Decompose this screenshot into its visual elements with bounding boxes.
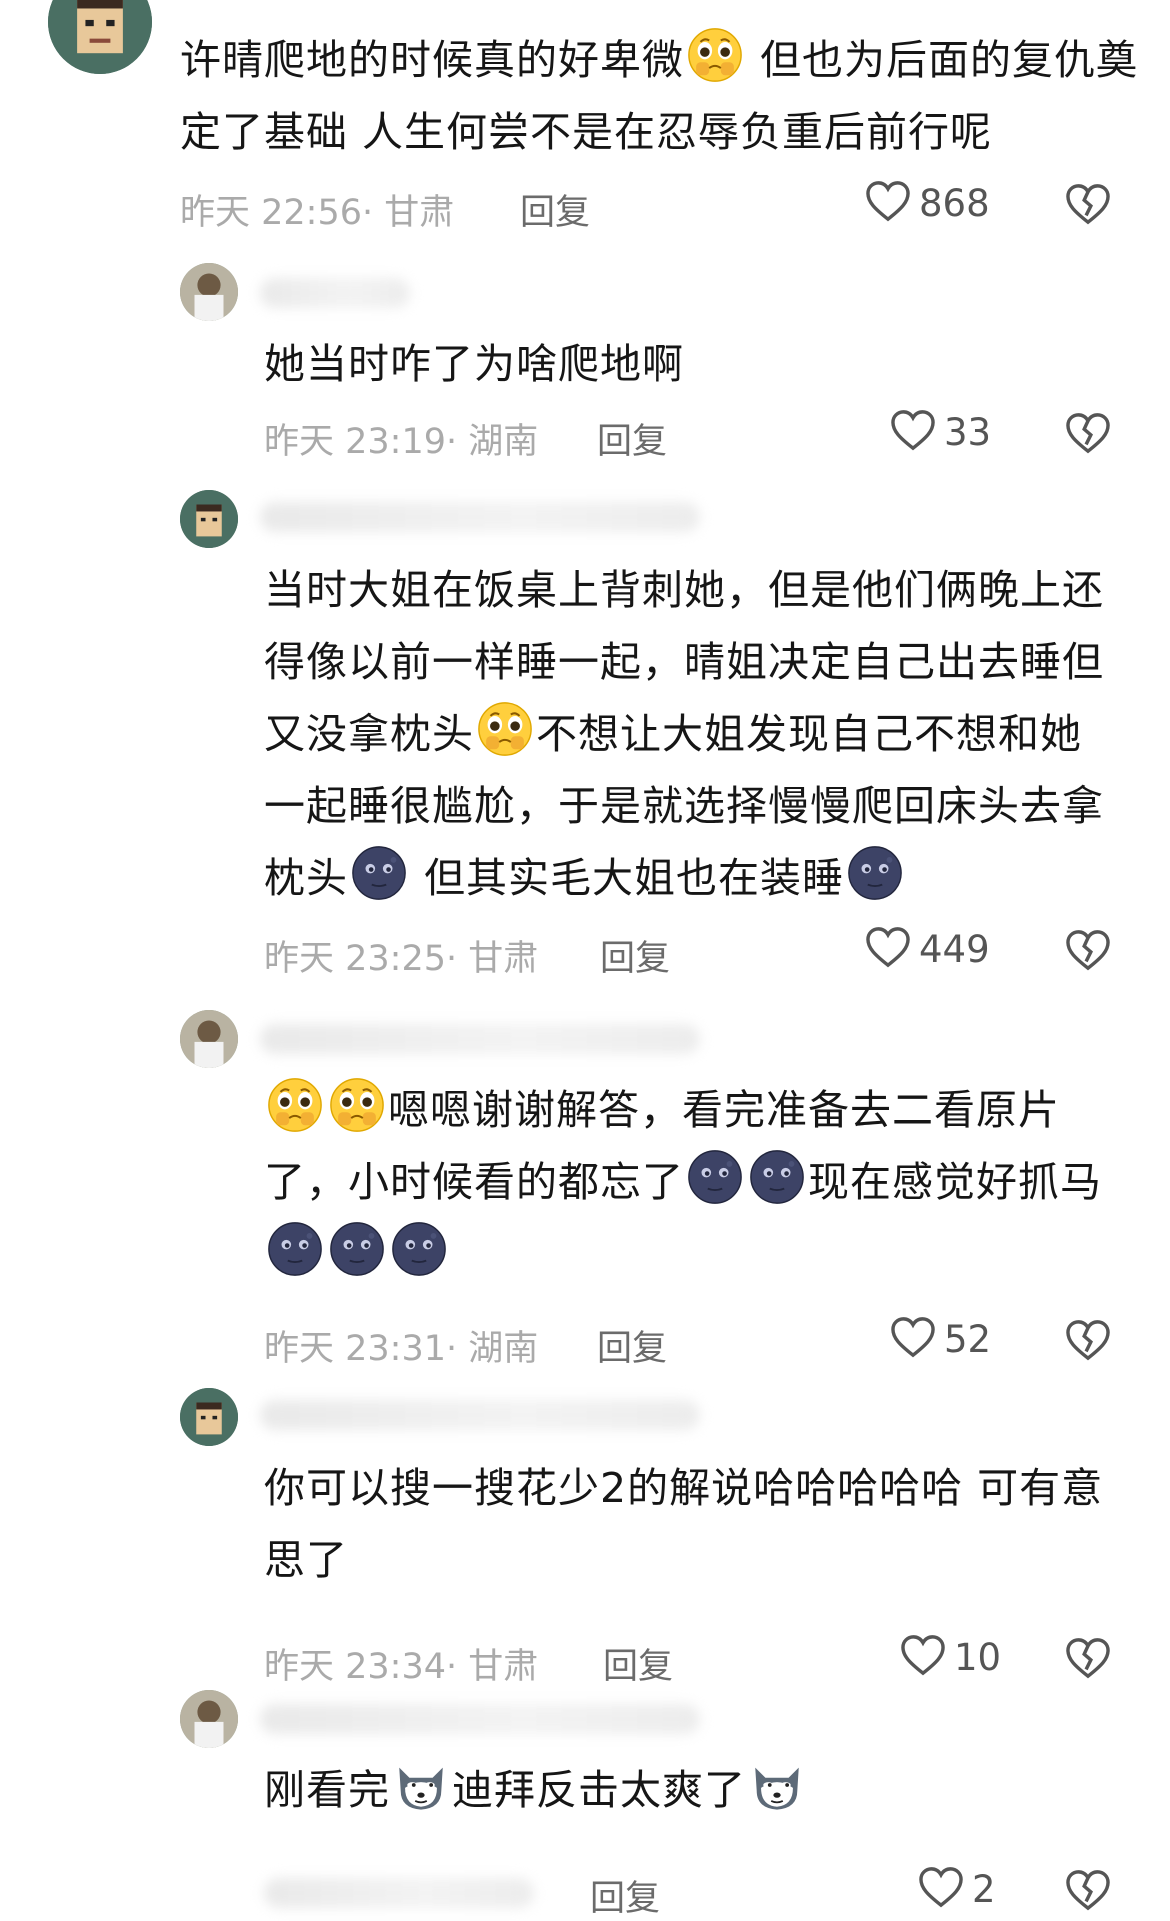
reply-button[interactable]: 回复: [590, 1870, 660, 1921]
like-button[interactable]: 2: [918, 1866, 996, 1912]
dislike-button[interactable]: [1065, 929, 1111, 971]
broken-heart-icon: [1066, 413, 1110, 454]
heart-outline-icon: [865, 180, 911, 226]
reply-button[interactable]: 回复: [520, 184, 590, 235]
pleading-face-emoji: [266, 1076, 324, 1134]
like-button[interactable]: 868: [865, 180, 990, 226]
like-button[interactable]: 33: [890, 409, 991, 455]
comment-time: 昨天 23:31· 湖南: [264, 1329, 539, 1369]
dislike-button[interactable]: [1065, 1319, 1111, 1361]
like-count: 868: [919, 181, 990, 225]
avatar[interactable]: [180, 1010, 238, 1068]
reply-button[interactable]: 回复: [597, 413, 667, 464]
heart-outline-icon: [918, 1866, 964, 1912]
broken-heart-icon: [1066, 1638, 1110, 1679]
username-blurred: [260, 502, 700, 532]
pleading-face-emoji: [686, 26, 744, 84]
dislike-button[interactable]: [1065, 1637, 1111, 1679]
avatar[interactable]: [180, 1388, 238, 1446]
doge-emoji: [748, 1756, 806, 1814]
comment-text: 你可以搜一搜花少2的解说哈哈哈哈哈 可有意思了: [264, 1464, 1104, 1584]
username-blurred: [260, 1400, 700, 1430]
comment-time: 昨天 22:56· 甘肃: [180, 193, 455, 233]
comment-text: 刚看完 迪拜反击太爽了: [264, 1754, 1110, 1826]
like-count: 2: [972, 1867, 996, 1911]
heart-outline-icon: [865, 926, 911, 972]
new-moon-face-emoji: [390, 1220, 448, 1278]
reply-button[interactable]: 回复: [600, 930, 670, 981]
comment-text: 许晴爬地的时候真的好卑微 但也为后面的复仇奠定了基础 人生何尝不是在忍辱负重后前…: [180, 24, 1140, 168]
pleading-face-emoji: [476, 700, 534, 758]
avatar[interactable]: [180, 1690, 238, 1748]
username-blurred: [260, 278, 410, 308]
heart-outline-icon: [890, 1316, 936, 1362]
new-moon-face-emoji: [350, 844, 408, 902]
username-blurred: [260, 1704, 700, 1734]
dislike-button[interactable]: [1065, 183, 1111, 225]
comment-text: 她当时咋了为啥爬地啊: [264, 340, 684, 388]
comment-time: 昨天 23:19· 湖南: [264, 422, 539, 462]
comment-text: 嗯嗯谢谢解答，看完准备去二看原片了，小时候看的都忘了 现在感觉好抓马: [264, 1074, 1110, 1290]
comment-text: 当时大姐在饭桌上背刺她，但是他们俩晚上还得像以前一样睡一起，晴姐决定自己出去睡但…: [264, 566, 1104, 902]
like-button[interactable]: 10: [900, 1634, 1001, 1680]
new-moon-face-emoji: [748, 1148, 806, 1206]
new-moon-face-emoji: [266, 1220, 324, 1278]
avatar[interactable]: [180, 263, 238, 321]
heart-outline-icon: [890, 409, 936, 455]
username-blurred: [260, 1024, 700, 1054]
broken-heart-icon: [1066, 1320, 1110, 1361]
comment-time: 昨天 23:25· 甘肃: [264, 939, 539, 979]
dislike-button[interactable]: [1065, 412, 1111, 454]
like-count: 10: [954, 1635, 1002, 1679]
new-moon-face-emoji: [328, 1220, 386, 1278]
new-moon-face-emoji: [846, 844, 904, 902]
reply-button[interactable]: 回复: [603, 1638, 673, 1689]
like-count: 449: [919, 927, 990, 971]
doge-emoji: [392, 1756, 450, 1814]
avatar[interactable]: [48, 0, 152, 74]
broken-heart-icon: [1066, 184, 1110, 225]
like-count: 33: [944, 410, 992, 454]
comment-time-blurred: [264, 1878, 534, 1908]
pleading-face-emoji: [328, 1076, 386, 1134]
like-button[interactable]: 449: [865, 926, 990, 972]
heart-outline-icon: [900, 1634, 946, 1680]
reply-button[interactable]: 回复: [597, 1320, 667, 1371]
like-count: 52: [944, 1317, 992, 1361]
like-button[interactable]: 52: [890, 1316, 991, 1362]
broken-heart-icon: [1066, 930, 1110, 971]
new-moon-face-emoji: [686, 1148, 744, 1206]
avatar[interactable]: [180, 490, 238, 548]
comment-time: 昨天 23:34· 甘肃: [264, 1647, 539, 1687]
